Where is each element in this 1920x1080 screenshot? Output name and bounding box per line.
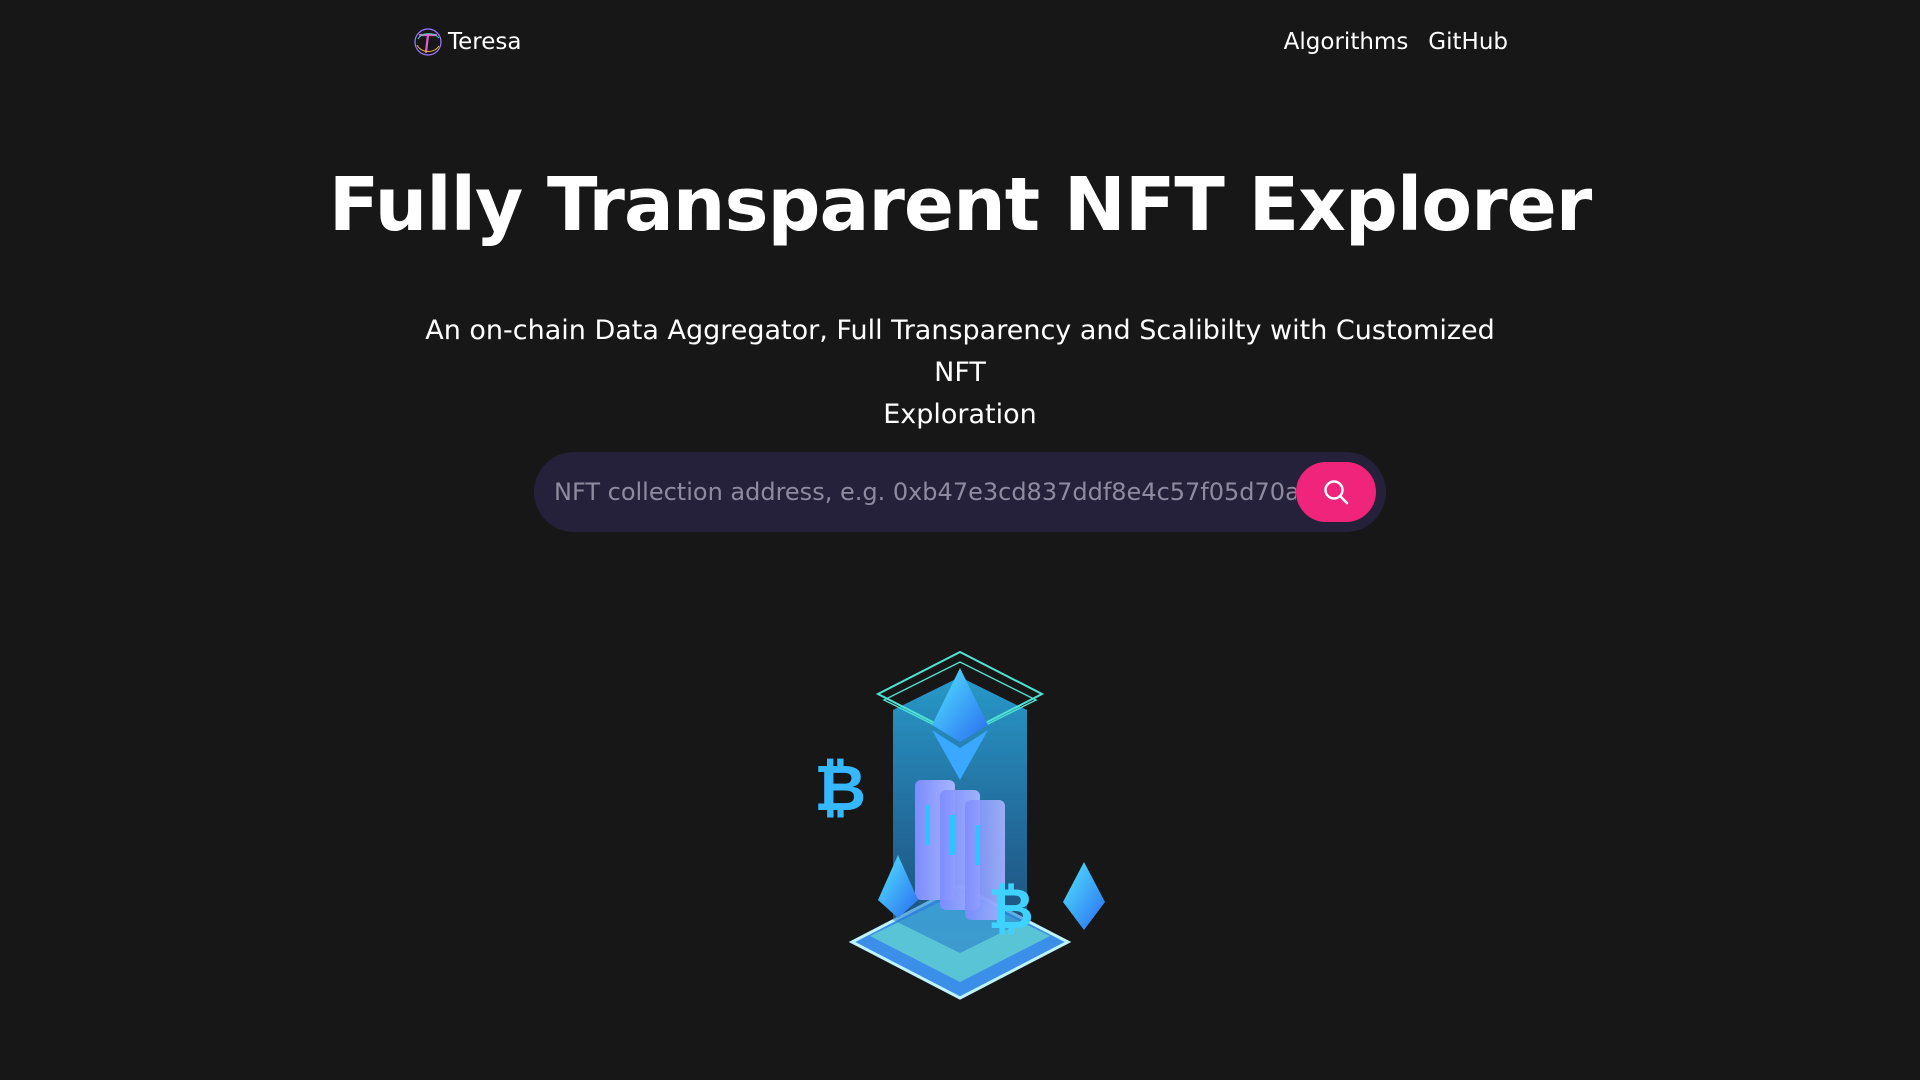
nav-links: Algorithms GitHub xyxy=(1284,29,1508,55)
crypto-server-illustration: ₿ ₿ xyxy=(814,650,1105,1000)
bitcoin-icon-left: ₿ xyxy=(814,752,866,826)
nav-link-algorithms[interactable]: Algorithms xyxy=(1284,29,1409,55)
search-button[interactable] xyxy=(1296,462,1376,522)
bitcoin-icon-front: ₿ xyxy=(988,877,1034,942)
hero-subtitle-line-1: An on-chain Data Aggregator, Full Transp… xyxy=(425,315,1495,388)
teresa-logo-icon xyxy=(414,28,442,56)
top-nav: Teresa Algorithms GitHub xyxy=(412,22,1508,62)
hero-subtitle: An on-chain Data Aggregator, Full Transp… xyxy=(400,310,1520,436)
search-bar xyxy=(534,452,1386,532)
search-input[interactable] xyxy=(554,452,1296,532)
brand-link[interactable]: Teresa xyxy=(412,26,521,58)
search-icon xyxy=(1324,480,1349,505)
ethereum-icon-right xyxy=(1063,862,1105,930)
hero-subtitle-line-2: Exploration xyxy=(883,399,1037,430)
brand-name: Teresa xyxy=(448,29,522,55)
nav-link-github[interactable]: GitHub xyxy=(1428,29,1508,55)
page-title: Fully Transparent NFT Explorer xyxy=(328,162,1593,248)
